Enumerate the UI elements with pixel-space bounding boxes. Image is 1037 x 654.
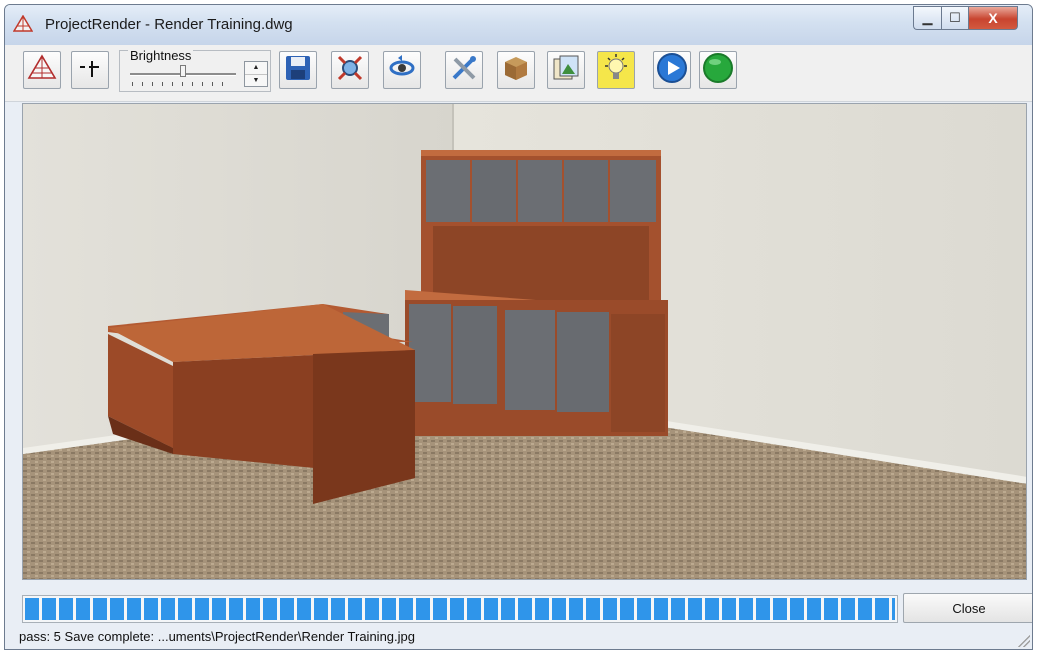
close-button-label: Close bbox=[952, 600, 986, 616]
window-title: ProjectRender - Render Training.dwg bbox=[45, 16, 293, 33]
brightness-slider-thumb[interactable] bbox=[180, 65, 186, 77]
play-button[interactable] bbox=[653, 51, 691, 89]
brightness-label: Brightness bbox=[128, 48, 194, 63]
render-pyramid-icon bbox=[27, 53, 57, 88]
crosshair-button[interactable] bbox=[71, 51, 109, 89]
material-box-icon bbox=[501, 53, 531, 88]
resize-grip[interactable] bbox=[1018, 635, 1030, 647]
save-disk-icon bbox=[283, 53, 313, 88]
zoom-fit-button[interactable] bbox=[331, 51, 369, 89]
lightbulb-icon bbox=[601, 53, 631, 88]
app-icon bbox=[12, 14, 34, 33]
render-viewport[interactable] bbox=[22, 103, 1027, 580]
maximize-icon: ☐ bbox=[949, 10, 961, 25]
progress-fill bbox=[25, 598, 895, 620]
go-button[interactable] bbox=[699, 51, 737, 89]
crosshair-icon bbox=[75, 53, 105, 88]
minimize-button[interactable]: ▁ bbox=[913, 6, 941, 30]
brightness-ticks bbox=[132, 82, 232, 86]
maximize-button[interactable]: ☐ bbox=[941, 6, 968, 30]
background-button[interactable] bbox=[547, 51, 585, 89]
close-button[interactable]: Close bbox=[903, 593, 1032, 623]
orbit-icon bbox=[387, 53, 417, 88]
tools-button[interactable] bbox=[445, 51, 483, 89]
save-button[interactable] bbox=[279, 51, 317, 89]
status-bar-text: pass: 5 Save complete: ...uments\Project… bbox=[19, 629, 415, 644]
render-progress-bar bbox=[22, 595, 898, 623]
materials-button[interactable] bbox=[497, 51, 535, 89]
rendered-office-scene bbox=[23, 104, 1026, 579]
green-light-icon bbox=[702, 52, 734, 89]
spin-down-icon[interactable]: ▼ bbox=[245, 75, 267, 87]
background-image-icon bbox=[551, 53, 581, 88]
render-button[interactable] bbox=[23, 51, 61, 89]
title-bar[interactable]: ProjectRender - Render Training.dwg ▁ ☐ … bbox=[5, 5, 1032, 45]
toolbar: Brightness ▲ ▼ bbox=[5, 45, 1032, 102]
close-icon: X bbox=[988, 10, 998, 26]
tools-icon bbox=[449, 53, 479, 88]
orbit-button[interactable] bbox=[383, 51, 421, 89]
zoom-fit-icon bbox=[335, 53, 365, 88]
brightness-spinner[interactable]: ▲ ▼ bbox=[244, 61, 268, 87]
minimize-icon: ▁ bbox=[922, 10, 933, 25]
lighting-button[interactable] bbox=[597, 51, 635, 89]
window-close-button[interactable]: X bbox=[968, 6, 1018, 30]
play-icon bbox=[656, 52, 688, 89]
spin-up-icon[interactable]: ▲ bbox=[245, 62, 267, 75]
brightness-group: Brightness ▲ ▼ bbox=[119, 48, 271, 92]
app-window: ProjectRender - Render Training.dwg ▁ ☐ … bbox=[4, 4, 1033, 650]
